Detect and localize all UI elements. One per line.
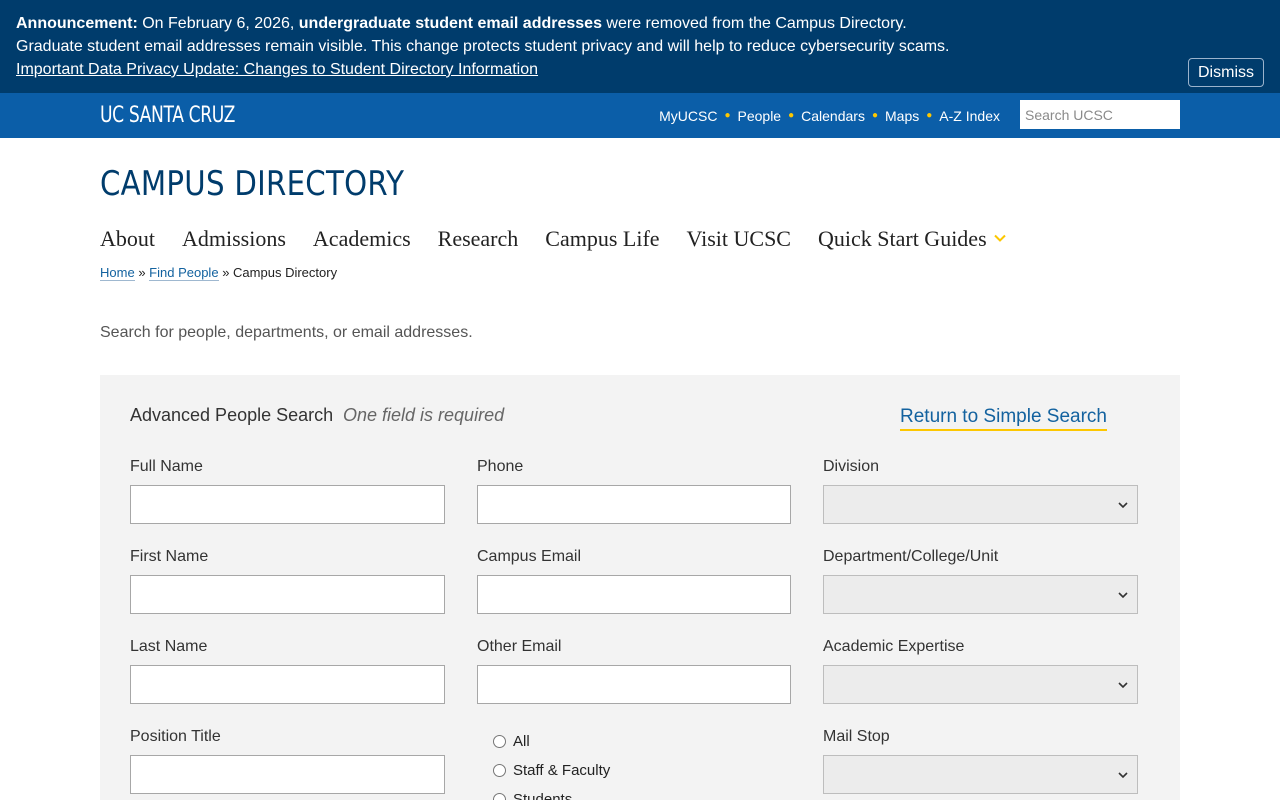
campus-email-label: Campus Email [477,548,582,565]
breadcrumb: Home » Find People » Campus Directory [100,265,338,281]
breadcrumb-separator: » [222,265,230,280]
nav-research[interactable]: Research [438,226,519,252]
link-people[interactable]: People [738,108,782,124]
mail-stop-select[interactable] [823,755,1138,794]
position-title-input[interactable] [130,755,445,794]
panel-heading: Advanced People Search [130,405,334,425]
radio-students-label: Students [513,791,573,800]
position-title-label: Position Title [130,728,221,745]
nav-about[interactable]: About [100,226,155,252]
radio-students[interactable]: Students [493,791,572,800]
first-name-label: First Name [130,548,209,565]
announcement-label: Announcement: [16,15,138,32]
phone-label: Phone [477,458,524,475]
department-label: Department/College/Unit [823,548,999,565]
announcement-text: On February 6, 2026, [137,15,299,32]
campus-email-input[interactable] [477,575,791,614]
full-name-input[interactable] [130,485,445,524]
bullet-icon: ● [871,110,879,121]
radio-button[interactable] [493,735,506,748]
other-email-label: Other Email [477,638,562,655]
chevron-down-icon [1118,772,1128,779]
first-name-input[interactable] [130,575,445,614]
mail-stop-label: Mail Stop [823,728,890,745]
announcement-bold: undergraduate student email addresses [298,15,602,32]
link-maps[interactable]: Maps [885,108,919,124]
radio-all-label: All [513,733,530,750]
main-nav: About Admissions Academics Research Camp… [100,226,1034,252]
academic-expertise-label: Academic Expertise [823,638,965,655]
breadcrumb-home[interactable]: Home [100,265,135,281]
return-to-simple-search-link[interactable]: Return to Simple Search [900,406,1107,431]
division-label: Division [823,458,880,475]
announcement-text-end: were removed from the Campus Directory. [601,15,907,32]
department-select[interactable] [823,575,1138,614]
full-name-label: Full Name [130,458,203,475]
announcement-line-1: Announcement: On February 6, 2026, under… [16,12,1264,35]
chevron-down-icon [1118,502,1128,509]
radio-staff-faculty[interactable]: Staff & Faculty [493,762,610,779]
global-header: UC SANTA CRUZ MyUCSC ● People ● Calendar… [0,93,1280,138]
nav-admissions[interactable]: Admissions [182,226,286,252]
chevron-down-icon [1118,592,1128,599]
link-calendars[interactable]: Calendars [801,108,865,124]
nav-visit-ucsc[interactable]: Visit UCSC [687,226,791,252]
ucsc-logo[interactable]: UC SANTA CRUZ [100,103,235,128]
radio-staff-faculty-label: Staff & Faculty [513,762,611,779]
radio-button[interactable] [493,793,506,800]
dismiss-button[interactable]: Dismiss [1188,58,1264,87]
chevron-down-icon [993,234,1006,242]
radio-all[interactable]: All [493,733,530,750]
breadcrumb-separator: » [138,265,146,280]
announcement-banner: Announcement: On February 6, 2026, under… [0,0,1280,93]
nav-academics[interactable]: Academics [313,226,411,252]
breadcrumb-current: Campus Directory [233,265,338,280]
other-email-input[interactable] [477,665,791,704]
last-name-input[interactable] [130,665,445,704]
chevron-down-icon [1118,682,1128,689]
announcement-line-2: Graduate student email addresses remain … [16,38,950,55]
page-title: CAMPUS DIRECTORY [100,164,405,204]
nav-quick-start-guides[interactable]: Quick Start Guides [818,226,1007,252]
academic-expertise-select[interactable] [823,665,1138,704]
utility-nav: MyUCSC ● People ● Calendars ● Maps ● A-Z… [659,93,1000,138]
link-myucsc[interactable]: MyUCSC [659,108,717,124]
breadcrumb-find-people[interactable]: Find People [149,265,219,281]
advanced-search-panel: Advanced People Search One field is requ… [100,375,1180,800]
bullet-icon: ● [788,110,795,121]
bullet-icon: ● [926,110,933,121]
privacy-update-link[interactable]: Important Data Privacy Update: Changes t… [16,61,538,78]
bullet-icon: ● [724,110,731,121]
division-select[interactable] [823,485,1138,524]
nav-campus-life[interactable]: Campus Life [545,226,659,252]
phone-input[interactable] [477,485,791,524]
required-note: One field is required [343,405,505,425]
intro-text: Search for people, departments, or email… [100,324,473,341]
link-az-index[interactable]: A-Z Index [939,108,1000,124]
nav-quick-start-label: Quick Start Guides [817,226,987,251]
last-name-label: Last Name [130,638,208,655]
site-search-input[interactable] [1020,100,1180,129]
radio-button[interactable] [493,764,506,777]
